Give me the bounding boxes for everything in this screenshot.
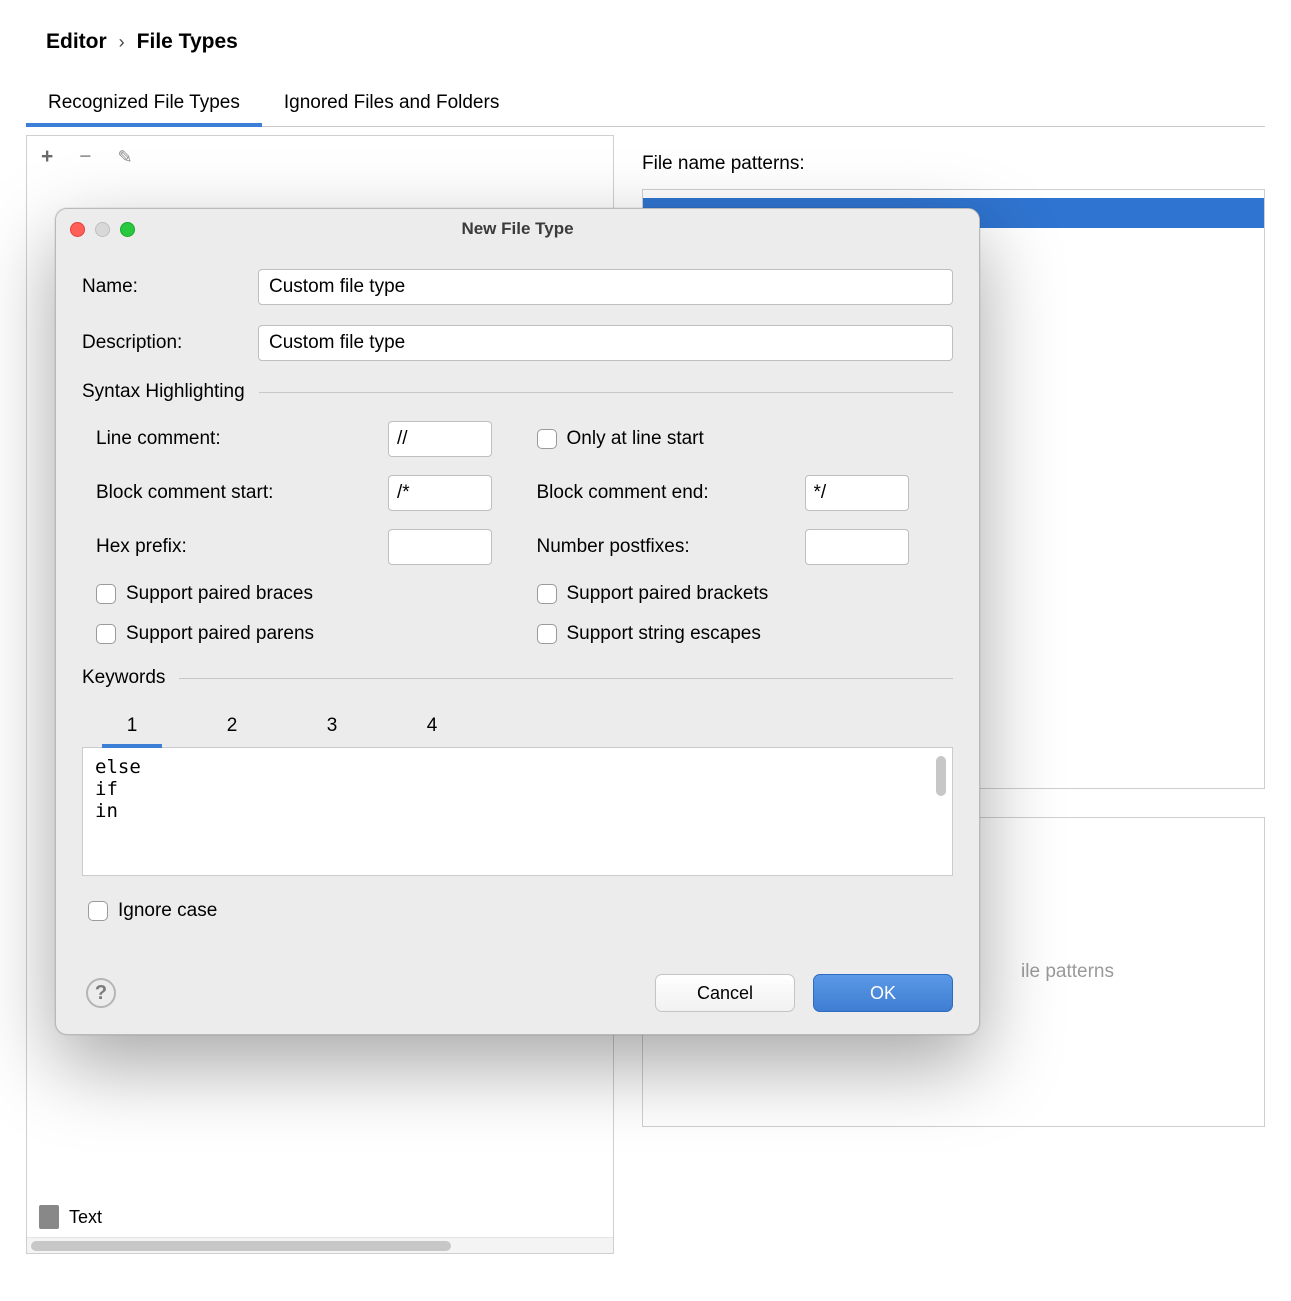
dialog-titlebar[interactable]: New File Type bbox=[56, 209, 979, 249]
name-field[interactable] bbox=[258, 269, 953, 305]
escapes-label: Support string escapes bbox=[567, 623, 761, 645]
description-field[interactable] bbox=[258, 325, 953, 361]
file-types-toolbar: + − ✎ bbox=[27, 135, 613, 177]
num-postfix-label: Number postfixes: bbox=[537, 536, 793, 558]
tab-ignored[interactable]: Ignored Files and Folders bbox=[262, 82, 521, 126]
block-end-label: Block comment end: bbox=[537, 482, 793, 504]
ok-button[interactable]: OK bbox=[813, 974, 953, 1012]
keyword-tab-4[interactable]: 4 bbox=[382, 707, 482, 747]
block-end-field[interactable] bbox=[805, 475, 909, 511]
help-icon[interactable]: ? bbox=[86, 978, 116, 1008]
line-comment-field[interactable] bbox=[388, 421, 492, 457]
keyword-tab-2[interactable]: 2 bbox=[182, 707, 282, 747]
scrollbar-thumb[interactable] bbox=[936, 756, 946, 796]
edit-icon[interactable]: ✎ bbox=[118, 148, 133, 166]
divider bbox=[259, 392, 953, 393]
dialog-footer: ? Cancel OK bbox=[82, 974, 953, 1012]
tab-recognized[interactable]: Recognized File Types bbox=[26, 82, 262, 126]
hex-prefix-label: Hex prefix: bbox=[96, 536, 376, 558]
list-item-label: Text bbox=[69, 1207, 102, 1228]
ignore-case-checkbox[interactable] bbox=[88, 901, 108, 921]
keywords-section-label: Keywords bbox=[82, 667, 165, 689]
keyword-tabs: 1 2 3 4 bbox=[82, 707, 953, 748]
breadcrumb-editor[interactable]: Editor bbox=[46, 30, 107, 54]
braces-label: Support paired braces bbox=[126, 583, 313, 605]
parens-label: Support paired parens bbox=[126, 623, 314, 645]
braces-checkbox[interactable] bbox=[96, 584, 116, 604]
brackets-checkbox[interactable] bbox=[537, 584, 557, 604]
text-file-icon bbox=[39, 1205, 59, 1229]
new-file-type-dialog: New File Type Name: Description: Syntax … bbox=[55, 208, 980, 1035]
chevron-right-icon: › bbox=[119, 32, 125, 53]
keywords-section-header: Keywords bbox=[82, 667, 953, 689]
breadcrumb: Editor › File Types bbox=[46, 30, 1265, 54]
dialog-title: New File Type bbox=[56, 219, 979, 239]
parens-checkbox[interactable] bbox=[96, 624, 116, 644]
block-start-label: Block comment start: bbox=[96, 482, 376, 504]
num-postfix-field[interactable] bbox=[805, 529, 909, 565]
add-icon[interactable]: + bbox=[41, 146, 53, 167]
syntax-section-header: Syntax Highlighting bbox=[82, 381, 953, 403]
dialog-body: Name: Description: Syntax Highlighting L… bbox=[56, 249, 979, 1034]
patterns-label: File name patterns: bbox=[642, 153, 1265, 175]
block-start-field[interactable] bbox=[388, 475, 492, 511]
list-item[interactable]: Text bbox=[27, 1197, 613, 1237]
name-label: Name: bbox=[82, 276, 258, 298]
syntax-grid: Line comment: Only at line start Block c… bbox=[82, 421, 953, 645]
description-label: Description: bbox=[82, 332, 258, 354]
syntax-section-label: Syntax Highlighting bbox=[82, 381, 245, 403]
horizontal-scrollbar[interactable] bbox=[27, 1237, 613, 1253]
ignore-case-label: Ignore case bbox=[118, 900, 217, 922]
only-line-start-checkbox[interactable] bbox=[537, 429, 557, 449]
cancel-button[interactable]: Cancel bbox=[655, 974, 795, 1012]
keyword-tab-3[interactable]: 3 bbox=[282, 707, 382, 747]
line-comment-label: Line comment: bbox=[96, 428, 376, 450]
escapes-checkbox[interactable] bbox=[537, 624, 557, 644]
remove-icon[interactable]: − bbox=[79, 146, 91, 167]
keyword-tab-1[interactable]: 1 bbox=[82, 707, 182, 747]
scrollbar-thumb[interactable] bbox=[31, 1241, 451, 1251]
keywords-textarea[interactable]: else if in bbox=[82, 748, 953, 876]
brackets-label: Support paired brackets bbox=[567, 583, 769, 605]
breadcrumb-file-types: File Types bbox=[137, 30, 238, 54]
hex-prefix-field[interactable] bbox=[388, 529, 492, 565]
tabs: Recognized File Types Ignored Files and … bbox=[26, 82, 1265, 127]
only-line-start-label: Only at line start bbox=[567, 428, 704, 450]
divider bbox=[179, 678, 953, 679]
hint-text: ile patterns bbox=[1021, 961, 1264, 983]
